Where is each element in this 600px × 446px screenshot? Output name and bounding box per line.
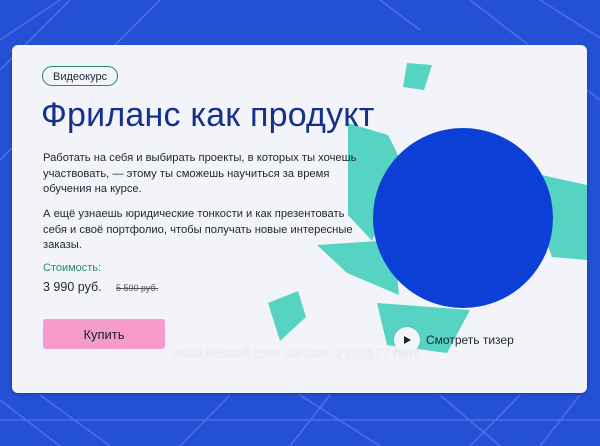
buy-button[interactable]: Купить <box>43 319 165 349</box>
page-title: Фриланс как продукт <box>41 96 375 134</box>
teaser-label: Смотреть тизер <box>426 333 514 347</box>
price-label: Стоимость: <box>43 262 102 274</box>
watermark: www.kidstaff.com.ua/user-2122577.html <box>172 345 420 361</box>
description-paragraph-1: Работать на себя и выбирать проекты, в к… <box>43 152 357 195</box>
play-icon <box>404 336 411 344</box>
teal-shape-bottom-left <box>268 291 306 341</box>
blue-circle <box>373 128 553 308</box>
description-paragraph-2: А ещё узнаешь юридические тонкости и как… <box>43 208 353 251</box>
price-old: 5 500 руб. <box>116 283 159 293</box>
course-type-badge: Видеокурс <box>42 66 119 86</box>
course-card: Видеокурс Фриланс как продукт Работать н… <box>12 45 587 393</box>
price-current: 3 990 руб. <box>43 280 102 294</box>
teal-shape-top <box>403 63 432 90</box>
